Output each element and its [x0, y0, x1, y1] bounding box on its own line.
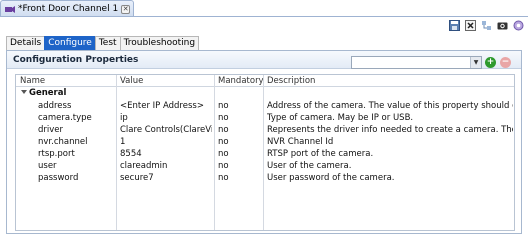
column-header-description[interactable]: Description — [267, 76, 315, 86]
property-value[interactable]: 8554 — [120, 148, 212, 160]
property-description: User of the camera. — [267, 161, 352, 171]
delete-icon[interactable] — [464, 19, 476, 31]
property-mandatory: no — [218, 173, 229, 183]
table-row[interactable]: driver Clare Controls(ClareVis no Repres… — [16, 124, 514, 136]
property-description: NVR Channel Id — [267, 137, 334, 147]
tab-troubleshooting[interactable]: Troubleshooting — [119, 36, 200, 50]
editor-toolbar — [448, 18, 524, 32]
property-name: address — [38, 101, 72, 111]
property-filter-combo[interactable]: ▼ — [351, 56, 482, 69]
table-row[interactable]: address <Enter IP Address> no Address of… — [16, 100, 514, 112]
property-description: Address of the camera. The value of this… — [267, 101, 513, 111]
property-value[interactable]: 1 — [120, 136, 212, 148]
column-header-value[interactable]: Value — [120, 76, 143, 86]
table-row[interactable]: nvr.channel 1 no NVR Channel Id — [16, 136, 514, 148]
property-value[interactable]: <Enter IP Address> — [120, 100, 212, 112]
table-header: Name Value Mandatory Description — [16, 75, 514, 87]
editor-subtabs: Details Configure Test Troubleshooting — [6, 36, 200, 50]
tab-strip-border — [0, 16, 528, 17]
settings-icon[interactable] — [512, 19, 524, 31]
property-name: nvr.channel — [38, 137, 88, 147]
remove-property-button[interactable]: − — [500, 57, 511, 68]
property-description: User password of the camera. — [267, 173, 395, 183]
table-row[interactable]: rtsp.port 8554 no RTSP port of the camer… — [16, 148, 514, 160]
property-name: password — [38, 173, 79, 183]
property-description: Represents the driver info needed to cre… — [267, 125, 513, 135]
column-header-name[interactable]: Name — [20, 76, 45, 86]
table-row[interactable]: user clareadmin no User of the camera. — [16, 160, 514, 172]
property-name: user — [38, 161, 57, 171]
column-header-mandatory[interactable]: Mandatory — [218, 76, 264, 86]
expand-arrow-icon[interactable] — [21, 90, 27, 94]
add-property-button[interactable]: + — [485, 57, 496, 68]
group-label: General — [29, 88, 67, 98]
property-value[interactable]: clareadmin — [120, 160, 212, 172]
close-tab-icon[interactable]: ✕ — [121, 4, 131, 14]
editor-tab[interactable]: *Front Door Channel 1 ✕ — [0, 0, 134, 17]
property-name: driver — [38, 125, 64, 135]
property-description: RTSP port of the camera. — [267, 149, 374, 159]
tab-test[interactable]: Test — [94, 36, 121, 50]
property-mandatory: no — [218, 113, 229, 123]
section-title: Configuration Properties — [13, 55, 139, 65]
property-mandatory: no — [218, 125, 229, 135]
property-mandatory: no — [218, 137, 229, 147]
property-value[interactable]: Clare Controls(ClareVis — [120, 124, 212, 136]
property-name: camera.type — [38, 113, 92, 123]
editor-tab-title: *Front Door Channel 1 — [18, 4, 119, 14]
configure-panel: Configuration Properties ▼ + − Name Valu… — [6, 50, 522, 234]
property-mandatory: no — [218, 149, 229, 159]
chevron-down-icon[interactable]: ▼ — [470, 57, 481, 68]
camera-icon[interactable] — [496, 19, 508, 31]
network-icon[interactable] — [480, 19, 492, 31]
save-icon[interactable] — [448, 19, 460, 31]
tab-configure[interactable]: Configure — [44, 36, 96, 50]
property-mandatory: no — [218, 101, 229, 111]
table-row[interactable]: camera.type ip no Type of camera. May be… — [16, 112, 514, 124]
tab-details[interactable]: Details — [6, 36, 46, 50]
camera-channel-icon — [5, 6, 15, 13]
property-description: Type of camera. May be IP or USB. — [267, 113, 414, 123]
property-value[interactable]: ip — [120, 112, 212, 124]
property-value[interactable]: secure7 — [120, 172, 212, 184]
table-row[interactable]: password secure7 no User password of the… — [16, 172, 514, 184]
group-row-general[interactable]: General — [16, 87, 514, 99]
property-name: rtsp.port — [38, 149, 75, 159]
property-mandatory: no — [218, 161, 229, 171]
properties-table: Name Value Mandatory Description General… — [15, 74, 515, 231]
